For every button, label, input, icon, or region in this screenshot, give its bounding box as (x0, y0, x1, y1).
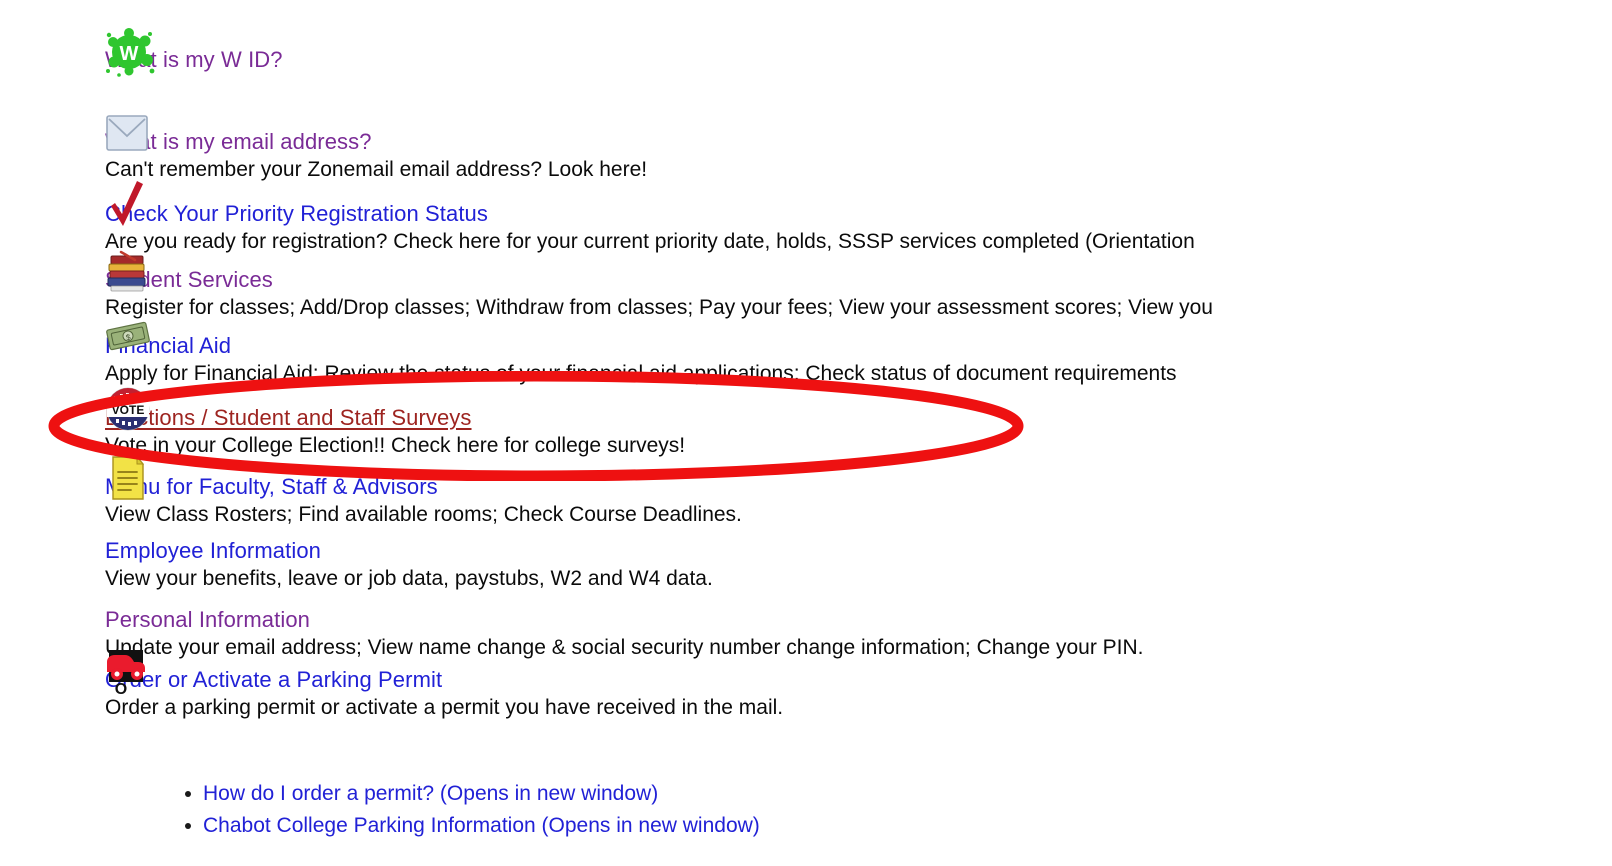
menu-item-title[interactable]: Financial Aid (105, 332, 1612, 360)
menu-item-body: What is my W ID? (105, 46, 1612, 74)
menu-item-title[interactable]: Personal Information (105, 606, 1612, 634)
menu-item-description: Can't remember your Zonemail email addre… (105, 158, 648, 181)
parking-link-chabot-parking-info[interactable]: Chabot College Parking Information (Open… (203, 814, 760, 837)
menu-item-title[interactable]: What is my W ID? (105, 46, 1612, 74)
menu-item-student-services[interactable]: Student Services Register for classes; A… (105, 248, 1612, 321)
menu-item-body: Employee Information View your benefits,… (105, 537, 1612, 592)
menu-item-description: Order a parking permit or activate a per… (105, 696, 784, 719)
menu-item-title[interactable]: What is my email address? (105, 128, 1612, 156)
menu-item-title[interactable]: Employee Information (105, 537, 1612, 565)
menu-item-order-or-activate-parking-permit[interactable]: O Order or Activate a Parking Permit Ord… (105, 648, 1612, 721)
money-bills-icon: $ (105, 318, 151, 354)
menu-item-title[interactable]: Elections / Student and Staff Surveys (105, 404, 1612, 432)
menu-item-employee-information[interactable]: Employee Information View your benefits,… (105, 519, 1612, 592)
menu-item-title[interactable]: Student Services (105, 266, 1612, 294)
svg-text:W: W (120, 43, 139, 65)
menu-item-check-priority-registration-status[interactable]: Check Your Priority Registration Status … (105, 180, 1612, 255)
menu-item-body: Student Services Register for classes; A… (105, 266, 1612, 321)
red-checkmark-icon (105, 180, 149, 234)
menu-item-menu-for-faculty-staff-advisors[interactable]: Menu for Faculty, Staff & Advisors View … (105, 455, 1612, 528)
menu-item-financial-aid[interactable]: $ Financial Aid Apply for Financial Aid;… (105, 314, 1612, 387)
menu-item-what-is-my-email-address[interactable]: What is my email address? Can't remember… (105, 110, 1612, 183)
menu-item-title[interactable]: Order or Activate a Parking Permit (105, 666, 1612, 694)
menu-item-body: What is my email address? Can't remember… (105, 128, 1612, 183)
red-car-parking-icon: O (105, 648, 151, 696)
menu-item-title[interactable]: Check Your Priority Registration Status (105, 200, 1612, 228)
stack-of-books-icon (105, 248, 149, 296)
menu-item-title[interactable]: Menu for Faculty, Staff & Advisors (105, 473, 1612, 501)
parking-links-list: How do I order a permit? (Opens in new w… (175, 778, 760, 842)
envelope-icon (105, 113, 149, 153)
list-item[interactable]: Chabot College Parking Information (Open… (185, 810, 760, 842)
menu-item-body: Elections / Student and Staff Surveys Vo… (105, 404, 1612, 459)
parking-link-order-permit[interactable]: How do I order a permit? (Opens in new w… (203, 782, 658, 805)
menu-item-body: Order or Activate a Parking Permit Order… (105, 666, 1612, 721)
menu-item-description: Apply for Financial Aid; Review the stat… (105, 362, 1177, 385)
vote-button-icon: VOTE (105, 384, 151, 434)
menu-item-body: Check Your Priority Registration Status … (105, 200, 1612, 255)
menu-item-what-is-my-w-id[interactable]: W What is my W ID? (105, 28, 1612, 77)
yellow-notepad-icon (107, 455, 147, 501)
list-item[interactable]: How do I order a permit? (Opens in new w… (185, 778, 760, 810)
menu-item-elections-student-and-staff-surveys[interactable]: VOTE Elections / Student and Staff Surve… (105, 386, 1612, 459)
page-root: W What is my W ID? What is my email addr… (0, 0, 1612, 866)
green-splat-w-icon: W (103, 26, 155, 78)
menu-item-body: Financial Aid Apply for Financial Aid; R… (105, 332, 1612, 387)
svg-text:O: O (115, 681, 127, 696)
svg-text:VOTE: VOTE (112, 403, 145, 417)
